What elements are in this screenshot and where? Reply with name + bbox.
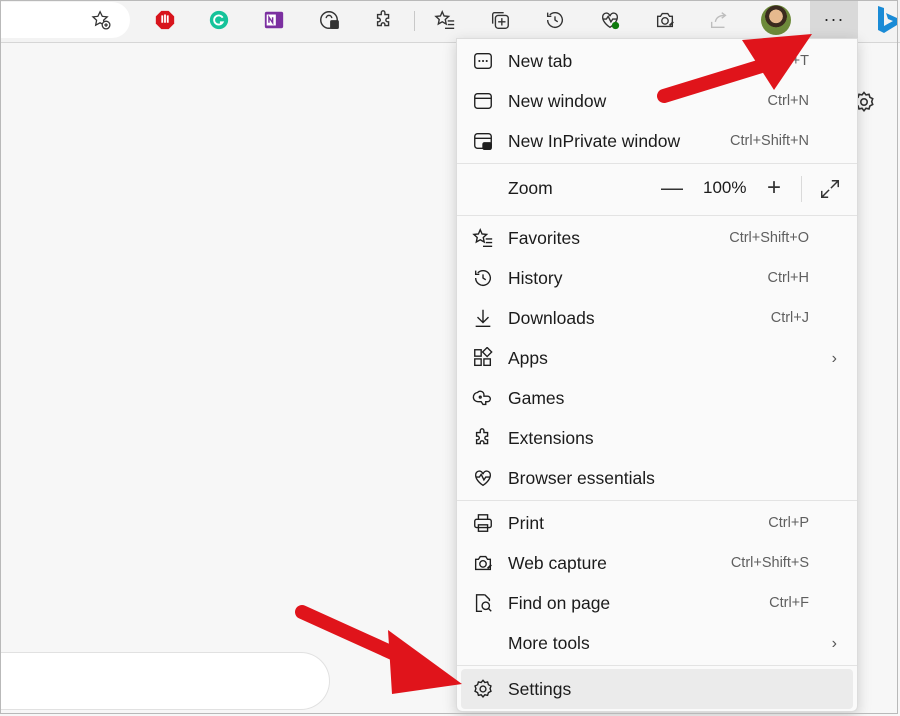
- apps-icon: [471, 347, 495, 369]
- menu-item-apps[interactable]: Apps ›: [457, 338, 857, 378]
- more-options-menu: New tab Ctrl+T New window Ctrl+N New InP…: [456, 38, 858, 712]
- menu-item-label: Extensions: [508, 427, 594, 448]
- zoom-label: Zoom: [508, 177, 553, 198]
- menu-item-label: Favorites: [508, 227, 580, 248]
- menu-item-label: More tools: [508, 632, 590, 653]
- browser-essentials-icon[interactable]: [595, 5, 625, 35]
- chevron-right-icon: ›: [831, 350, 837, 367]
- menu-item-label: Games: [508, 387, 565, 408]
- menu-item-label: Apps: [508, 347, 548, 368]
- menu-item-favorites[interactable]: Favorites Ctrl+Shift+O: [457, 218, 857, 258]
- extensions-icon[interactable]: [369, 5, 399, 35]
- fullscreen-icon[interactable]: [819, 178, 841, 200]
- menu-item-label: Print: [508, 512, 544, 533]
- menu-item-label: Downloads: [508, 307, 595, 328]
- web-capture-icon[interactable]: [650, 5, 680, 35]
- menu-item-new-window[interactable]: New window Ctrl+N: [457, 81, 857, 121]
- menu-item-more-tools[interactable]: More tools ›: [457, 623, 857, 663]
- games-icon: [471, 387, 495, 409]
- toolbar-separator: [414, 11, 415, 31]
- bing-icon[interactable]: [872, 2, 900, 38]
- menu-item-label: Web capture: [508, 552, 607, 573]
- menu-item-label: New InPrivate window: [508, 130, 681, 151]
- more-options-icon: ···: [823, 8, 845, 29]
- new-window-icon: [471, 90, 495, 112]
- menu-divider: [457, 665, 857, 666]
- menu-item-shortcut: Ctrl+T: [769, 53, 809, 69]
- browser-essentials-icon: [471, 467, 495, 489]
- page-search-box[interactable]: [0, 652, 330, 710]
- zoom-out-button[interactable]: —: [661, 175, 683, 201]
- find-on-page-icon: [471, 592, 495, 614]
- extensions-icon: [471, 427, 495, 449]
- menu-item-extensions[interactable]: Extensions: [457, 418, 857, 458]
- browser-toolbar: ···: [0, 0, 900, 43]
- menu-item-new-inprivate-window[interactable]: New InPrivate window Ctrl+Shift+N: [457, 121, 857, 161]
- menu-item-downloads[interactable]: Downloads Ctrl+J: [457, 298, 857, 338]
- menu-item-web-capture[interactable]: Web capture Ctrl+Shift+S: [457, 543, 857, 583]
- chevron-right-icon: ›: [831, 635, 837, 652]
- menu-divider: [457, 163, 857, 164]
- profile-avatar[interactable]: [761, 5, 791, 35]
- onenote-extension-icon[interactable]: [259, 5, 289, 35]
- menu-item-zoom: Zoom — 100% +: [457, 168, 857, 208]
- menu-item-label: Browser essentials: [508, 467, 655, 488]
- history-icon: [471, 267, 495, 289]
- history-icon[interactable]: [540, 5, 570, 35]
- zoom-in-button[interactable]: +: [767, 174, 781, 202]
- menu-item-settings[interactable]: Settings: [461, 669, 853, 709]
- more-options-button[interactable]: ···: [810, 0, 858, 38]
- menu-item-shortcut: Ctrl+Shift+S: [730, 555, 809, 571]
- menu-item-shortcut: Ctrl+N: [767, 93, 810, 109]
- menu-divider: [457, 500, 857, 501]
- menu-item-label: History: [508, 267, 563, 288]
- menu-item-browser-essentials[interactable]: Browser essentials: [457, 458, 857, 498]
- printer-icon: [471, 512, 495, 534]
- web-capture-icon: [471, 552, 495, 574]
- password-extension-icon[interactable]: [314, 5, 344, 35]
- download-icon: [471, 307, 495, 329]
- menu-item-shortcut: Ctrl+F: [769, 595, 809, 611]
- menu-item-shortcut: Ctrl+P: [768, 515, 809, 531]
- menu-item-history[interactable]: History Ctrl+H: [457, 258, 857, 298]
- zoom-separator: [801, 176, 802, 202]
- menu-item-shortcut: Ctrl+Shift+N: [730, 133, 809, 149]
- favorites-icon[interactable]: [430, 5, 460, 35]
- adblock-extension-icon[interactable]: [150, 5, 180, 35]
- inprivate-window-icon: [471, 130, 495, 152]
- share-icon[interactable]: [704, 5, 734, 35]
- menu-item-shortcut: Ctrl+H: [767, 270, 810, 286]
- menu-item-shortcut: Ctrl+J: [770, 310, 809, 326]
- grammarly-extension-icon[interactable]: [204, 5, 234, 35]
- favorites-add-icon[interactable]: [86, 5, 116, 35]
- menu-divider: [457, 215, 857, 216]
- collections-icon[interactable]: [485, 5, 515, 35]
- menu-item-games[interactable]: Games: [457, 378, 857, 418]
- menu-item-shortcut: Ctrl+Shift+O: [729, 230, 809, 246]
- menu-item-label: New tab: [508, 50, 573, 71]
- menu-item-find-on-page[interactable]: Find on page Ctrl+F: [457, 583, 857, 623]
- favorites-icon: [471, 227, 495, 249]
- menu-item-label: New window: [508, 90, 607, 111]
- new-tab-icon: [471, 50, 495, 72]
- menu-item-new-tab[interactable]: New tab Ctrl+T: [457, 41, 857, 81]
- menu-item-label: Settings: [508, 678, 572, 699]
- menu-item-label: Find on page: [508, 592, 611, 613]
- gear-icon: [471, 678, 495, 700]
- zoom-value: 100%: [703, 178, 747, 197]
- menu-item-print[interactable]: Print Ctrl+P: [457, 503, 857, 543]
